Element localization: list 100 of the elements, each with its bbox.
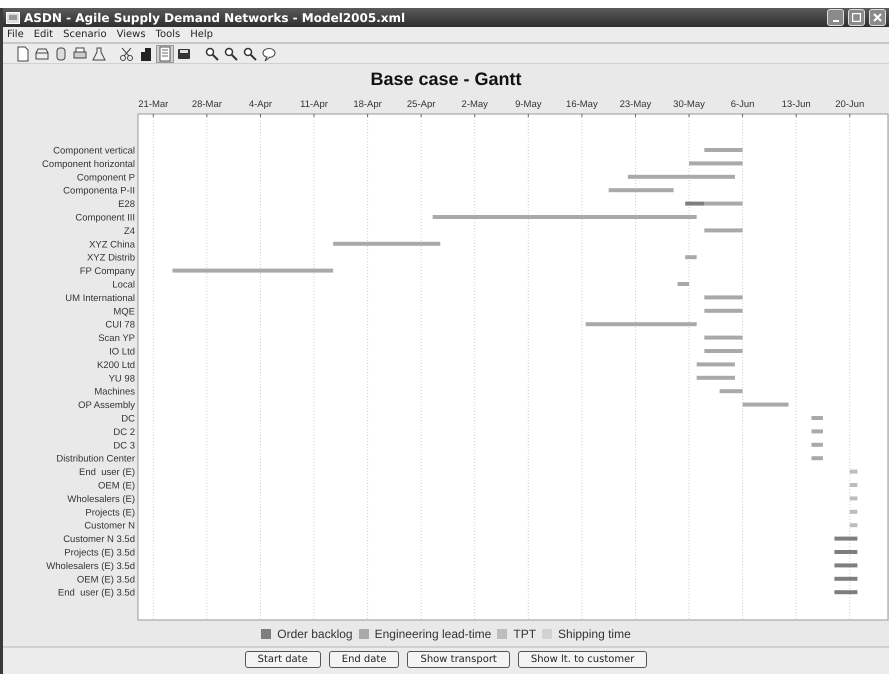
gantt-bar <box>678 282 690 286</box>
menu-item[interactable]: Scenario <box>63 29 107 40</box>
magnifier-icon <box>242 46 258 62</box>
maximize-icon <box>852 13 861 22</box>
toolbar-button[interactable] <box>15 46 31 62</box>
gantt-bar <box>704 228 743 232</box>
menu-item[interactable]: Help <box>190 29 213 40</box>
row-label: MQE <box>113 306 135 318</box>
toolbar-button[interactable] <box>204 46 220 62</box>
gantt-bar <box>704 148 743 152</box>
menu-item[interactable]: Tools <box>156 29 180 40</box>
action-button[interactable]: Start date <box>244 651 321 668</box>
gantt-bar <box>811 429 823 434</box>
toolbar-button[interactable] <box>72 46 88 62</box>
row-label: Customer N <box>84 520 135 532</box>
row-label: Customer N 3.5d <box>63 534 135 546</box>
toolbar-button[interactable] <box>119 46 135 62</box>
row-label: Wholesalers (E) 3.5d <box>46 560 135 572</box>
gantt-bar <box>850 470 858 474</box>
gantt-bar <box>811 456 823 460</box>
gantt-bar <box>834 563 858 568</box>
building-icon <box>138 46 154 62</box>
menu-item[interactable]: Edit <box>34 29 54 40</box>
row-label: End user (E) 3.5d <box>58 588 135 599</box>
speech-bubble-icon <box>261 46 277 62</box>
tick-label: 16-May <box>566 99 598 110</box>
tick-label: 13-Jun <box>782 99 811 110</box>
gantt-bar <box>696 376 735 380</box>
row-label: Componenta P-II <box>63 186 135 197</box>
gantt-bar <box>850 496 858 500</box>
tick-label: 25-Apr <box>406 99 436 110</box>
tick-label: 30-May <box>673 99 705 110</box>
tick-label: 23-May <box>620 99 652 110</box>
minimize-icon <box>832 20 838 22</box>
gantt-bar <box>811 416 823 420</box>
row-label: Scan YP <box>98 333 135 344</box>
row-label: Component III <box>75 212 135 224</box>
tick-label: 21-Mar <box>138 99 168 110</box>
row-label: UM International <box>65 292 135 304</box>
gantt-bar <box>696 362 735 366</box>
gantt-bar <box>704 295 743 300</box>
gantt-bar <box>834 576 858 581</box>
toolbar-button[interactable] <box>34 46 50 62</box>
row-label: XYZ China <box>89 239 135 250</box>
app-icon <box>6 12 20 24</box>
gantt-bar <box>834 590 858 594</box>
magnifier-icon <box>223 46 239 62</box>
gantt-bar <box>850 510 858 514</box>
action-button[interactable]: End date <box>328 651 400 668</box>
row-label: Wholesalers (E) <box>67 494 135 505</box>
row-label: Distribution Center <box>56 454 135 465</box>
row-label: YU 98 <box>108 373 135 384</box>
close-button[interactable] <box>869 9 886 26</box>
minimize-button[interactable] <box>827 9 844 26</box>
gantt-bar <box>834 536 858 541</box>
toolbar-button[interactable] <box>91 46 107 62</box>
flask-icon <box>91 46 107 62</box>
action-button[interactable]: Show transport <box>407 651 510 668</box>
scissors-icon <box>119 46 135 62</box>
toolbar-button[interactable] <box>223 46 239 62</box>
toolbar-button[interactable] <box>138 46 154 62</box>
legend-label: Engineering lead-time <box>374 626 492 643</box>
row-label: FP Company <box>80 266 135 278</box>
toolbar-button[interactable] <box>261 46 277 62</box>
row-label: Component P <box>76 172 135 184</box>
printer-icon <box>72 46 88 62</box>
gantt-bar <box>811 442 823 447</box>
row-label: DC <box>121 414 135 424</box>
gantt-bar <box>834 550 858 554</box>
tick-label: 18-Apr <box>353 99 382 110</box>
toolbar-button[interactable] <box>242 46 258 62</box>
tick-label: 9-May <box>515 99 542 110</box>
row-label: Z4 <box>124 226 135 237</box>
row-label: OEM (E) <box>98 480 135 492</box>
row-label: Projects (E) <box>85 507 135 518</box>
menu-item[interactable]: File <box>7 29 24 40</box>
gantt-bar <box>720 389 743 394</box>
gantt-bar <box>850 483 858 487</box>
row-label: E28 <box>118 199 135 210</box>
menu-item[interactable]: Views <box>116 29 146 40</box>
row-label: DC 2 <box>113 426 135 438</box>
row-label: OEM (E) 3.5d <box>76 574 135 586</box>
row-label: IO Ltd <box>109 346 135 358</box>
row-label: Component vertical <box>53 146 135 156</box>
legend-label: Shipping time <box>558 626 631 643</box>
tick-label: 4-Apr <box>248 99 272 110</box>
maximize-button[interactable] <box>848 9 865 26</box>
list-icon <box>157 46 173 62</box>
row-label: K200 Ltd <box>96 360 135 371</box>
legend-label: Order backlog <box>277 626 353 643</box>
page-icon <box>15 46 31 62</box>
action-button[interactable]: Show lt. to customer <box>518 651 648 668</box>
legend-label: TPT <box>513 626 536 643</box>
toolbar-button[interactable] <box>157 46 173 62</box>
row-label: OP Assembly <box>78 400 135 412</box>
row-label: Component horizontal <box>42 158 135 170</box>
tick-label: 6-Jun <box>730 99 754 110</box>
gantt-bar <box>850 523 858 528</box>
gantt-bar <box>704 349 743 353</box>
row-label: Projects (E) 3.5d <box>64 548 135 558</box>
